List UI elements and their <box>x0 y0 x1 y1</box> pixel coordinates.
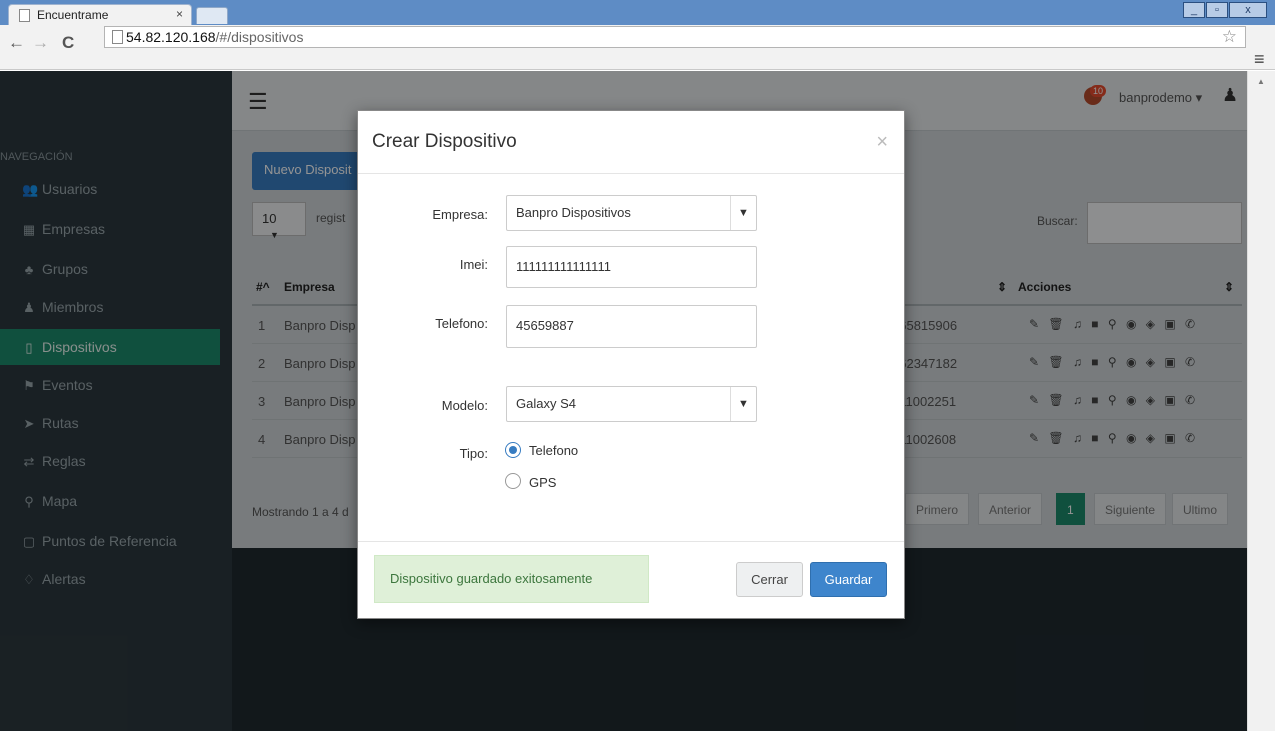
page-icon <box>112 30 123 44</box>
modal-footer: Dispositivo guardado exitosamente Cerrar… <box>358 541 904 619</box>
browser-tab[interactable]: Encuentrame × <box>8 4 192 25</box>
telefono-label: Telefono: <box>435 316 488 331</box>
modal-header: Crear Dispositivo × <box>358 111 904 174</box>
bookmark-star-icon[interactable]: ☆ <box>1222 27 1237 47</box>
modelo-select[interactable]: Galaxy S4 ▼ <box>506 386 757 422</box>
radio-gps[interactable] <box>505 473 521 489</box>
reload-icon[interactable]: C <box>62 33 74 53</box>
browser-menu-icon[interactable]: ≡ <box>1254 49 1265 70</box>
close-window-button[interactable]: x <box>1229 2 1267 18</box>
tab-title: Encuentrame <box>37 8 109 22</box>
scroll-up-icon[interactable]: ▲ <box>1257 77 1265 86</box>
new-tab-button[interactable] <box>196 7 228 24</box>
imei-label: Imei: <box>459 257 488 272</box>
browser-titlebar: Encuentrame × _ ▫ x <box>0 0 1275 25</box>
radio-telefono-label[interactable]: Telefono <box>529 443 578 458</box>
caret-down-icon: ▼ <box>730 387 756 421</box>
address-bar[interactable]: 54.82.120.168/#/dispositivos ☆ <box>104 26 1246 48</box>
close-icon[interactable]: × <box>876 131 888 154</box>
maximize-button[interactable]: ▫ <box>1206 2 1228 18</box>
empresa-select[interactable]: Banpro Dispositivos ▼ <box>506 195 757 231</box>
page-scrollbar[interactable]: ▲ <box>1247 71 1275 731</box>
forward-arrow-icon[interactable]: → <box>32 33 49 53</box>
success-alert: Dispositivo guardado exitosamente <box>374 555 649 603</box>
window-controls: _ ▫ x <box>1183 2 1267 18</box>
caret-down-icon: ▼ <box>730 196 756 230</box>
radio-telefono[interactable] <box>505 442 521 458</box>
save-button[interactable]: Guardar <box>810 562 887 597</box>
modelo-label: Modelo: <box>441 398 488 413</box>
page-icon <box>19 9 30 22</box>
imei-field[interactable]: 111111111111111 <box>506 246 757 288</box>
url-text: 54.82.120.168/#/dispositivos <box>126 29 304 45</box>
back-arrow-icon[interactable]: ← <box>8 33 25 53</box>
cancel-button[interactable]: Cerrar <box>736 562 803 597</box>
create-device-modal: Crear Dispositivo × Empresa: Banpro Disp… <box>357 110 905 619</box>
modal-title: Crear Dispositivo <box>372 131 517 152</box>
radio-gps-label[interactable]: GPS <box>529 475 556 490</box>
tipo-label: Tipo: <box>459 446 488 461</box>
empresa-label: Empresa: <box>432 207 488 222</box>
telefono-field[interactable]: 45659887 <box>506 305 757 348</box>
close-tab-icon[interactable]: × <box>176 7 183 21</box>
minimize-button[interactable]: _ <box>1183 2 1205 18</box>
